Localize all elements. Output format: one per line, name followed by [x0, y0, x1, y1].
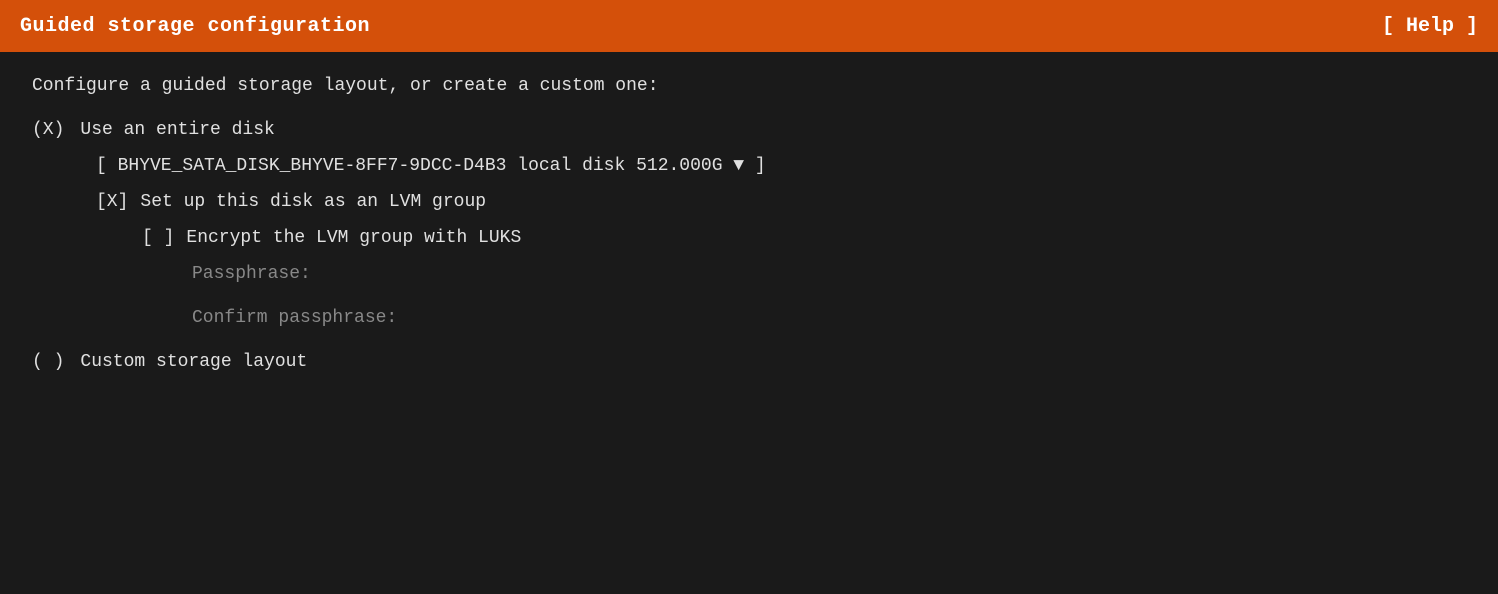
confirm-passphrase-row: Confirm passphrase: — [192, 308, 1466, 328]
confirm-passphrase-input[interactable] — [397, 308, 597, 328]
encrypt-luks-label: Encrypt the LVM group with LUKS — [186, 228, 521, 248]
help-button[interactable]: [ Help ] — [1382, 15, 1478, 38]
passphrase-label: Passphrase: — [192, 264, 311, 284]
custom-storage-radio[interactable]: ( ) — [32, 352, 64, 372]
encrypt-luks-checkbox[interactable]: [ ] — [142, 228, 174, 248]
use-entire-disk-radio[interactable]: (X) — [32, 120, 64, 140]
lvm-group-option[interactable]: [X] Set up this disk as an LVM group — [96, 192, 1466, 212]
disk-selector-button[interactable]: [ BHYVE_SATA_DISK_BHYVE-8FF7-9DCC-D4B3 l… — [96, 156, 766, 176]
disk-selector-row[interactable]: [ BHYVE_SATA_DISK_BHYVE-8FF7-9DCC-D4B3 l… — [96, 156, 1466, 176]
use-entire-disk-option[interactable]: (X) Use an entire disk — [32, 120, 1466, 140]
passphrase-input[interactable] — [311, 264, 511, 284]
lvm-group-label: Set up this disk as an LVM group — [140, 192, 486, 212]
title-bar: Guided storage configuration [ Help ] — [0, 0, 1498, 52]
custom-storage-option[interactable]: ( ) Custom storage layout — [32, 352, 1466, 372]
main-content: Configure a guided storage layout, or cr… — [0, 52, 1498, 412]
confirm-passphrase-label: Confirm passphrase: — [192, 308, 397, 328]
window-title: Guided storage configuration — [20, 15, 370, 38]
use-entire-disk-label: Use an entire disk — [80, 120, 274, 140]
encrypt-luks-option[interactable]: [ ] Encrypt the LVM group with LUKS — [142, 228, 1466, 248]
description-text: Configure a guided storage layout, or cr… — [32, 76, 1466, 96]
passphrase-row: Passphrase: — [192, 264, 1466, 284]
lvm-group-checkbox[interactable]: [X] — [96, 192, 128, 212]
custom-storage-label: Custom storage layout — [80, 352, 307, 372]
